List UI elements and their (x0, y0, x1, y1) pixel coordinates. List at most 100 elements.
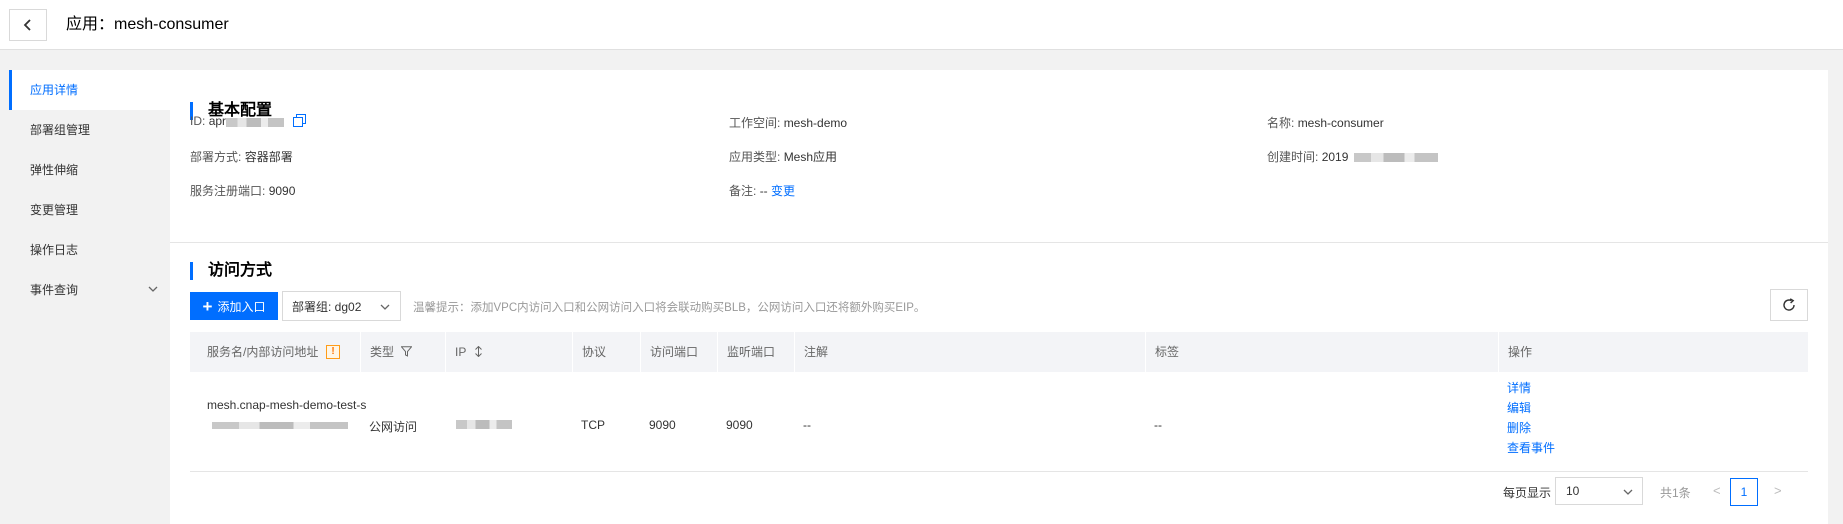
add-entry-label: 添加入口 (217, 299, 266, 314)
scrollbar[interactable] (1831, 70, 1843, 524)
cell-tags: -- (1154, 418, 1162, 432)
name-label: 名称: (1267, 116, 1295, 130)
plus-icon: + (202, 296, 213, 316)
cell-service: mesh.cnap-mesh-demo-test-s (207, 398, 367, 412)
column-divider (640, 332, 641, 372)
page-number-button[interactable]: 1 (1730, 478, 1758, 506)
detail-link[interactable]: 详情 (1507, 378, 1531, 398)
redacted-mask (212, 422, 348, 430)
sidebar-item-label: 变更管理 (30, 203, 79, 217)
deploy-group-select-value: 部署组: dg02 (292, 299, 362, 314)
info-app-type: 应用类型: Mesh应用 (729, 148, 837, 165)
remark-label: 备注: (729, 184, 757, 198)
top-bar: 应用：mesh-consumer (0, 0, 1843, 50)
remark-change-link[interactable]: 变更 (771, 184, 795, 198)
sidebar-item-deploy-groups[interactable]: 部署组管理 (9, 110, 170, 150)
chevron-down-icon (1623, 489, 1633, 495)
sidebar-item-label: 应用详情 (30, 83, 79, 97)
created-value: 2019 (1321, 150, 1349, 164)
col-service: 服务名/内部访问地址 (207, 345, 319, 359)
sort-icon[interactable] (473, 333, 484, 373)
created-label: 创建时间: (1267, 150, 1319, 164)
cell-protocol: TCP (581, 418, 605, 432)
col-tags: 标签 (1155, 345, 1180, 359)
column-divider (445, 332, 446, 372)
id-value: apr (208, 114, 227, 129)
col-ip-label: IP (455, 345, 467, 359)
cell-listen-port: 9090 (726, 418, 753, 432)
column-divider (717, 332, 718, 372)
page-title: 应用：mesh-consumer (66, 16, 229, 33)
col-type-label: 类型 (370, 345, 395, 359)
info-name: 名称: mesh-consumer (1267, 114, 1384, 131)
sidebar-item-label: 操作日志 (30, 243, 79, 257)
info-remark: 备注: -- 变更 (729, 182, 795, 199)
name-value: mesh-consumer (1297, 116, 1384, 130)
redacted-mask (1354, 153, 1439, 163)
info-id: ID: apr (190, 114, 307, 130)
deploy-mode-value: 容器部署 (244, 150, 293, 164)
main-panel: 基本配置 ID: apr 工作空间: mesh-demo 名称: mesh-co… (170, 70, 1828, 524)
back-button[interactable] (9, 9, 47, 41)
cell-annotation: -- (803, 418, 811, 432)
copy-icon[interactable] (293, 114, 307, 130)
view-events-link[interactable]: 查看事件 (1507, 438, 1555, 458)
workspace-value: mesh-demo (783, 116, 848, 130)
redacted-mask (226, 117, 285, 127)
per-page-label: 每页显示 (1503, 486, 1552, 500)
warning-icon[interactable]: ! (326, 345, 340, 359)
chevron-down-icon (148, 270, 158, 310)
sidebar-item-changes[interactable]: 变更管理 (9, 190, 170, 230)
refresh-button[interactable] (1770, 289, 1808, 321)
col-ops: 操作 (1508, 345, 1533, 359)
workspace-label: 工作空间: (729, 116, 781, 130)
id-label: ID: (190, 114, 206, 129)
sidebar-item-label: 部署组管理 (30, 123, 91, 137)
port-value: 9090 (268, 184, 296, 198)
cell-ip (456, 417, 512, 431)
col-access-port: 访问端口 (650, 345, 699, 359)
sidebar-item-app-detail[interactable]: 应用详情 (9, 70, 170, 110)
prev-page-button[interactable]: < (1713, 483, 1721, 498)
section-divider (170, 242, 1828, 243)
side-nav: 应用详情 部署组管理 弹性伸缩 变更管理 操作日志 事件查询 (9, 70, 170, 524)
per-page-select[interactable]: 10 (1555, 477, 1643, 505)
refresh-icon (1783, 298, 1795, 311)
chevron-left-icon (23, 19, 31, 31)
table-header: 服务名/内部访问地址 ! 类型 IP 协议 访问端口 监听端口 注解 标签 操作 (190, 332, 1808, 372)
add-entry-button[interactable]: + 添加入口 (190, 292, 278, 320)
info-workspace: 工作空间: mesh-demo (729, 114, 847, 131)
deploy-group-select[interactable]: 部署组: dg02 (282, 291, 401, 321)
next-page-button[interactable]: > (1774, 483, 1782, 498)
column-divider (1145, 332, 1146, 372)
info-port: 服务注册端口: 9090 (190, 182, 295, 199)
cell-service-mask (212, 418, 348, 432)
chevron-down-icon (380, 304, 390, 310)
sidebar-item-operation-logs[interactable]: 操作日志 (9, 230, 170, 270)
app-type-value: Mesh应用 (783, 150, 838, 164)
per-page-value: 10 (1566, 484, 1580, 498)
section-title-access: 访问方式 (190, 262, 272, 280)
column-divider (572, 332, 573, 372)
remark-value: -- (759, 184, 768, 198)
info-deploy-mode: 部署方式: 容器部署 (190, 148, 293, 165)
col-ip: IP (455, 332, 484, 372)
sidebar-item-label: 事件查询 (30, 283, 79, 297)
sidebar-item-autoscaling[interactable]: 弹性伸缩 (9, 150, 170, 190)
col-type: 类型 (370, 332, 413, 373)
table-row: mesh.cnap-mesh-demo-test-s 公网访问 TCP 9090… (190, 372, 1808, 472)
deploy-mode-label: 部署方式: (190, 150, 242, 164)
info-created: 创建时间: 2019 (1267, 148, 1439, 165)
edit-link[interactable]: 编辑 (1507, 398, 1531, 418)
redacted-mask (456, 420, 512, 430)
sidebar-item-events[interactable]: 事件查询 (9, 270, 170, 310)
filter-icon[interactable] (400, 333, 413, 373)
column-divider (1498, 332, 1499, 372)
sidebar-item-label: 弹性伸缩 (30, 163, 79, 177)
hint-text: 温馨提示：添加VPC内访问入口和公网访问入口将会联动购买BLB，公网访问入口还将… (413, 302, 926, 314)
col-protocol: 协议 (582, 345, 607, 359)
delete-link[interactable]: 删除 (1507, 418, 1531, 438)
col-annotation: 注解 (804, 345, 829, 359)
cell-type: 公网访问 (369, 420, 418, 434)
port-label: 服务注册端口: (190, 184, 266, 198)
